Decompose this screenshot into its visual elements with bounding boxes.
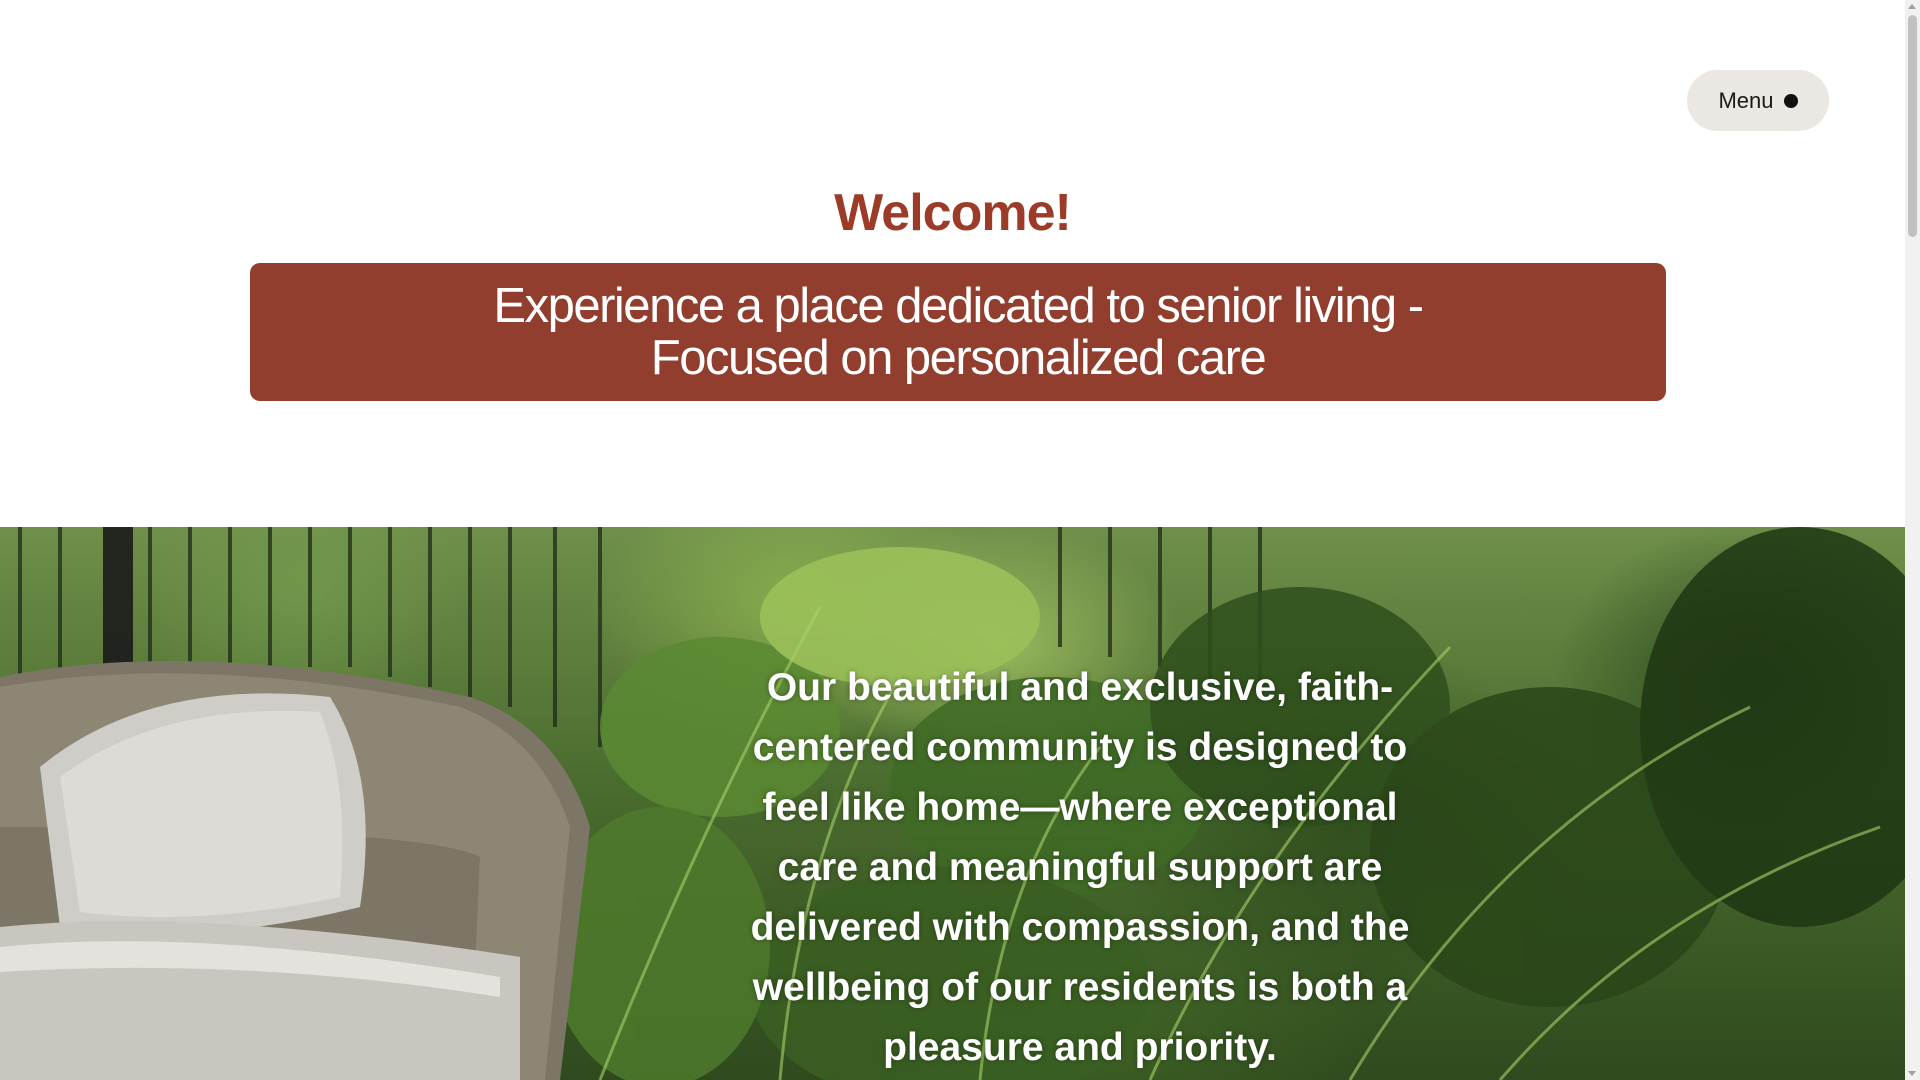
welcome-title: Welcome! bbox=[834, 184, 1072, 242]
dot-icon bbox=[1783, 93, 1798, 108]
hero-section: Our beautiful and exclusive, faith-cente… bbox=[0, 527, 1905, 1080]
tagline-banner: Experience a place dedicated to senior l… bbox=[250, 263, 1666, 401]
scrollbar-thumb[interactable] bbox=[1908, 15, 1917, 237]
tagline-text: Experience a place dedicated to senior l… bbox=[493, 279, 1424, 385]
menu-button[interactable]: Menu bbox=[1687, 70, 1829, 131]
page: Menu Welcome! Experience a place dedicat… bbox=[0, 0, 1905, 1080]
menu-label: Menu bbox=[1718, 87, 1774, 113]
scrollbar[interactable] bbox=[1905, 0, 1920, 1080]
chair bbox=[0, 661, 590, 1080]
scroll-down-icon[interactable] bbox=[1908, 1071, 1916, 1076]
hero-text: Our beautiful and exclusive, faith-cente… bbox=[750, 666, 1410, 1069]
scroll-up-icon[interactable] bbox=[1908, 4, 1916, 9]
